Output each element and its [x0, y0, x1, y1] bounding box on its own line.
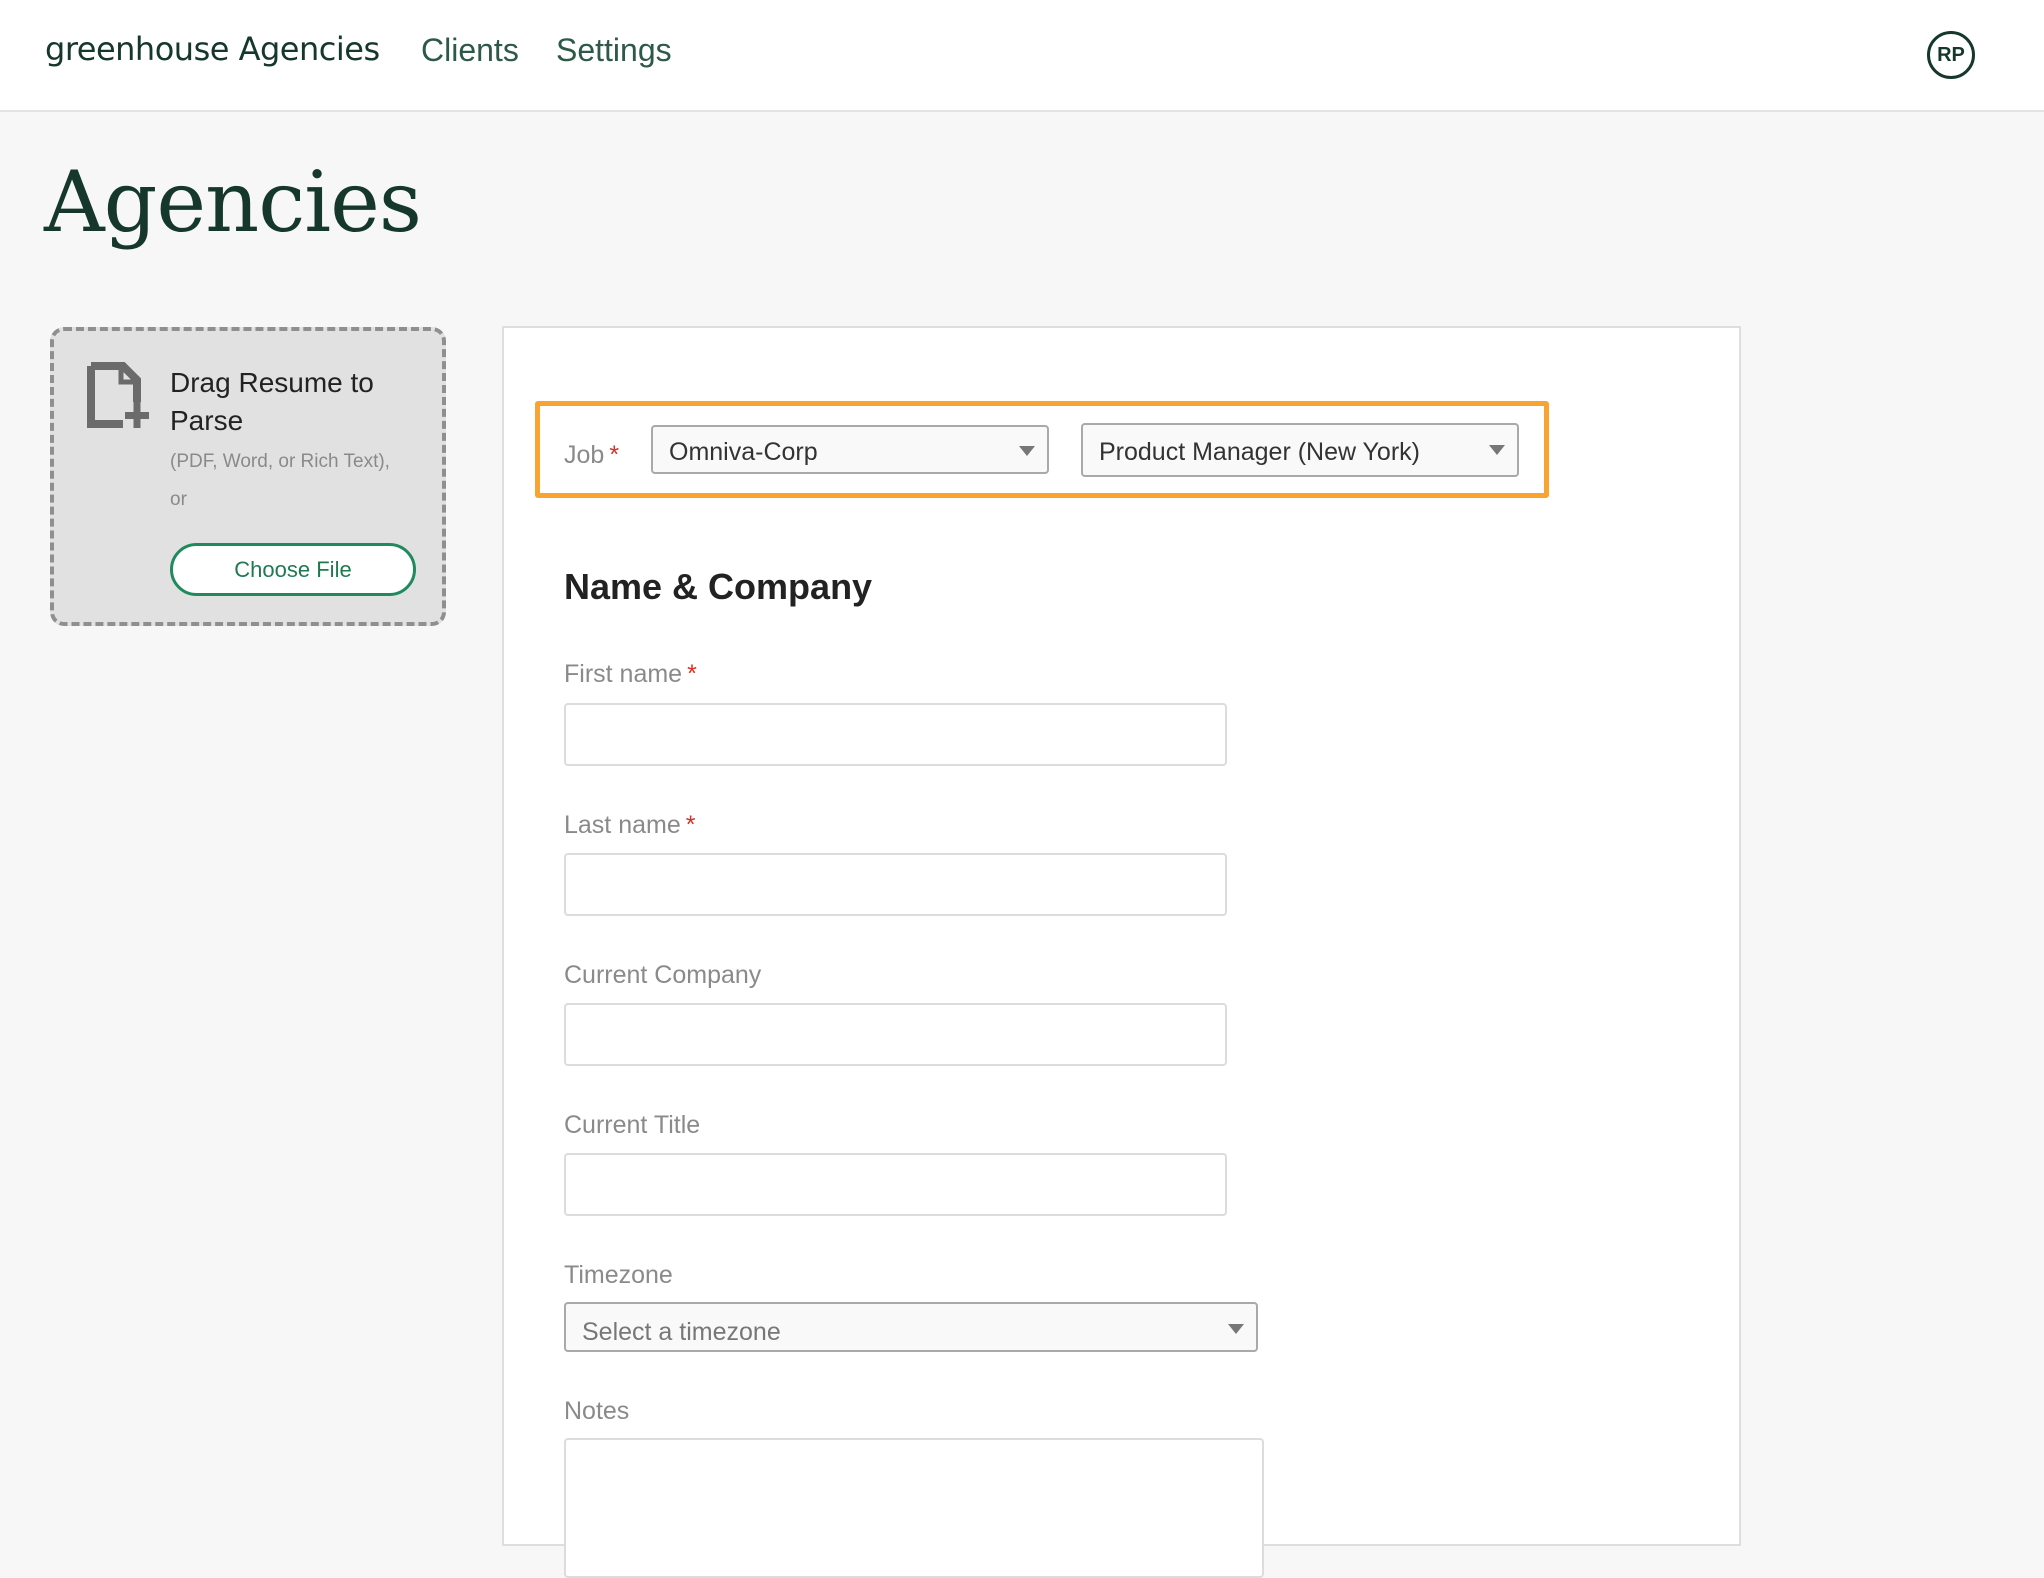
notes-label: Notes: [564, 1397, 630, 1425]
chevron-down-icon: [1228, 1324, 1244, 1334]
page-title: Agencies: [44, 153, 422, 251]
current-company-label: Current Company: [564, 961, 762, 989]
job-label: Job *: [564, 441, 619, 470]
chevron-down-icon: [1489, 445, 1505, 455]
timezone-select[interactable]: Select a timezone: [564, 1302, 1258, 1352]
first-name-label-text: First name: [564, 660, 683, 688]
last-name-input[interactable]: [564, 853, 1227, 916]
job-select[interactable]: Product Manager (New York): [1081, 423, 1519, 477]
dropzone-or-text: or: [170, 489, 187, 510]
job-label-text: Job: [564, 441, 605, 469]
top-navigation-bar: greenhouse Agencies Clients Settings RP: [0, 0, 2044, 112]
last-name-label: Last name *: [564, 811, 695, 840]
resume-dropzone[interactable]: Drag Resume to Parse (PDF, Word, or Rich…: [50, 327, 446, 626]
required-asterisk: *: [609, 441, 620, 469]
client-select[interactable]: Omniva-Corp: [651, 425, 1049, 474]
choose-file-button[interactable]: Choose File: [170, 543, 416, 596]
nav-link-settings[interactable]: Settings: [556, 32, 672, 69]
notes-textarea[interactable]: [564, 1438, 1264, 1578]
file-add-icon: [87, 362, 149, 428]
first-name-input[interactable]: [564, 703, 1227, 766]
current-title-label: Current Title: [564, 1111, 701, 1139]
current-company-input[interactable]: [564, 1003, 1227, 1066]
nav-link-clients[interactable]: Clients: [421, 32, 519, 69]
dropzone-subtitle: (PDF, Word, or Rich Text), or: [170, 443, 430, 519]
client-select-value: Omniva-Corp: [669, 438, 818, 466]
job-select-value: Product Manager (New York): [1099, 438, 1420, 466]
greenhouse-agencies-logo[interactable]: greenhouse Agencies: [45, 30, 380, 68]
timezone-label: Timezone: [564, 1261, 673, 1289]
last-name-label-text: Last name: [564, 811, 681, 839]
candidate-form-card: [502, 326, 1741, 1546]
current-title-input[interactable]: [564, 1153, 1227, 1216]
required-asterisk: *: [685, 811, 696, 839]
first-name-label: First name *: [564, 660, 697, 689]
chevron-down-icon: [1019, 446, 1035, 456]
required-asterisk: *: [687, 660, 697, 688]
dropzone-title: Drag Resume to Parse: [170, 367, 374, 436]
timezone-select-placeholder: Select a timezone: [582, 1318, 781, 1346]
section-heading-name-company: Name & Company: [564, 566, 873, 607]
user-avatar[interactable]: RP: [1927, 31, 1975, 79]
dropzone-file-types: (PDF, Word, or Rich Text),: [170, 451, 390, 472]
